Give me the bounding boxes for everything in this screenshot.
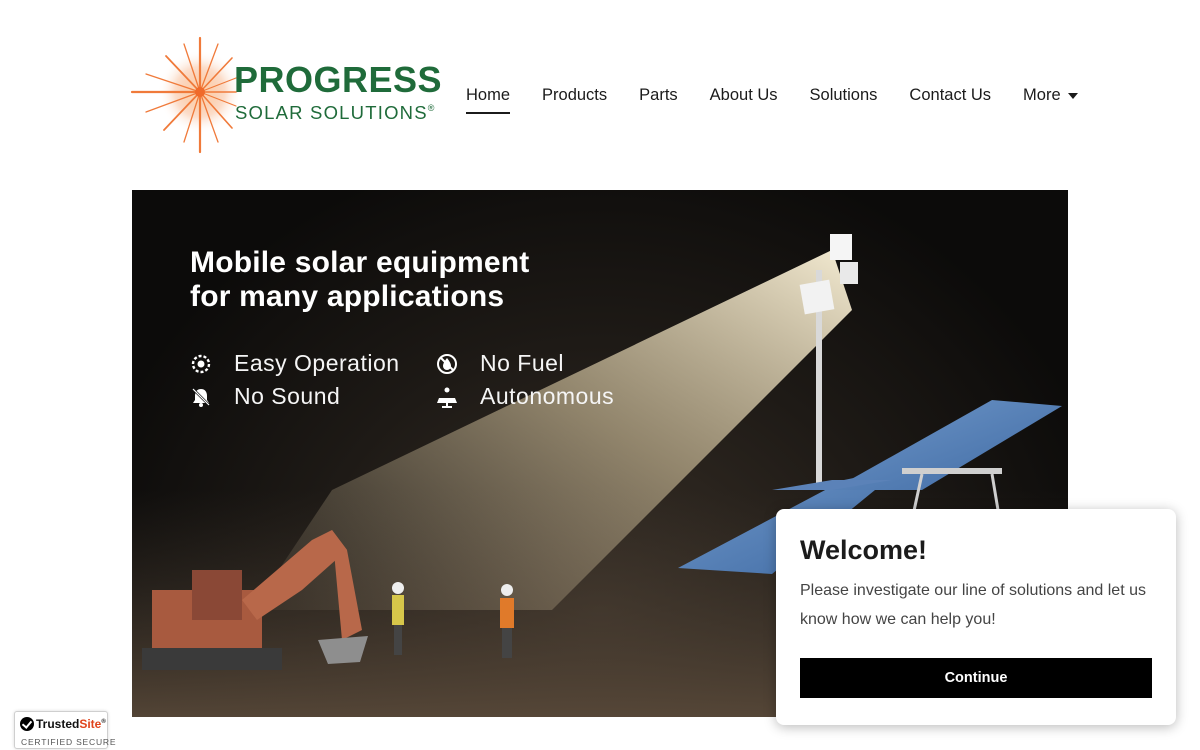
gear-icon bbox=[191, 354, 211, 373]
popup-title: Welcome! bbox=[800, 535, 928, 565]
hero-title: Mobile solar equipment for many applicat… bbox=[190, 246, 529, 314]
nav-item-products[interactable]: Products bbox=[542, 86, 607, 111]
nav-item-home[interactable]: Home bbox=[466, 86, 511, 114]
feature-no-fuel: No Fuel bbox=[436, 350, 564, 377]
feature-label: Autonomous bbox=[480, 383, 615, 409]
popup-message: Please investigate our line of solutions… bbox=[800, 582, 1146, 628]
badge-name-site: Site bbox=[79, 717, 102, 731]
main-nav: Home Products Parts About Us Solutions C… bbox=[466, 86, 1078, 114]
badge-trademark: ® bbox=[101, 719, 106, 725]
feature-easy-operation: Easy Operation bbox=[190, 350, 400, 377]
checkmark-icon bbox=[20, 717, 34, 731]
nav-item-contact-us[interactable]: Contact Us bbox=[909, 86, 991, 111]
hero-title-line-2: for many applications bbox=[190, 280, 505, 313]
feature-no-sound: No Sound bbox=[190, 383, 340, 410]
nav-item-parts[interactable]: Parts bbox=[639, 86, 678, 111]
muted-bell-icon bbox=[192, 387, 210, 407]
nav-item-more[interactable]: More bbox=[1023, 86, 1078, 111]
sunburst-logo-icon bbox=[130, 36, 238, 154]
badge-name: TrustedSite® bbox=[36, 717, 106, 731]
feature-label: No Sound bbox=[234, 383, 341, 409]
feature-label: Easy Operation bbox=[234, 350, 400, 376]
nav-item-solutions[interactable]: Solutions bbox=[810, 86, 878, 111]
nav-item-about-us[interactable]: About Us bbox=[710, 86, 778, 111]
brand-tagline: SOLAR SOLUTIONS® bbox=[235, 102, 436, 123]
badge-name-trusted: Trusted bbox=[36, 717, 80, 731]
feature-label: No Fuel bbox=[480, 350, 565, 376]
no-fuel-icon bbox=[437, 353, 457, 374]
hero-title-line-1: Mobile solar equipment bbox=[190, 246, 530, 279]
registered-mark: ® bbox=[427, 103, 436, 113]
brand-name: PROGRESS bbox=[234, 59, 443, 100]
nav-more-label: More bbox=[1023, 86, 1061, 104]
welcome-popup: Welcome! Please investigate our line of … bbox=[776, 509, 1176, 725]
continue-button[interactable]: Continue bbox=[800, 658, 1152, 698]
caret-down-icon bbox=[1067, 93, 1078, 99]
trustedsite-badge[interactable]: TrustedSite® CERTIFIED SECURE bbox=[14, 711, 115, 749]
site-logo[interactable]: PROGRESS SOLAR SOLUTIONS® bbox=[128, 34, 458, 158]
brand-subname: SOLAR SOLUTIONS bbox=[235, 102, 428, 123]
feature-autonomous: Autonomous bbox=[436, 383, 614, 410]
badge-subtitle: CERTIFIED SECURE bbox=[21, 737, 117, 747]
solar-panel-icon bbox=[437, 387, 457, 408]
